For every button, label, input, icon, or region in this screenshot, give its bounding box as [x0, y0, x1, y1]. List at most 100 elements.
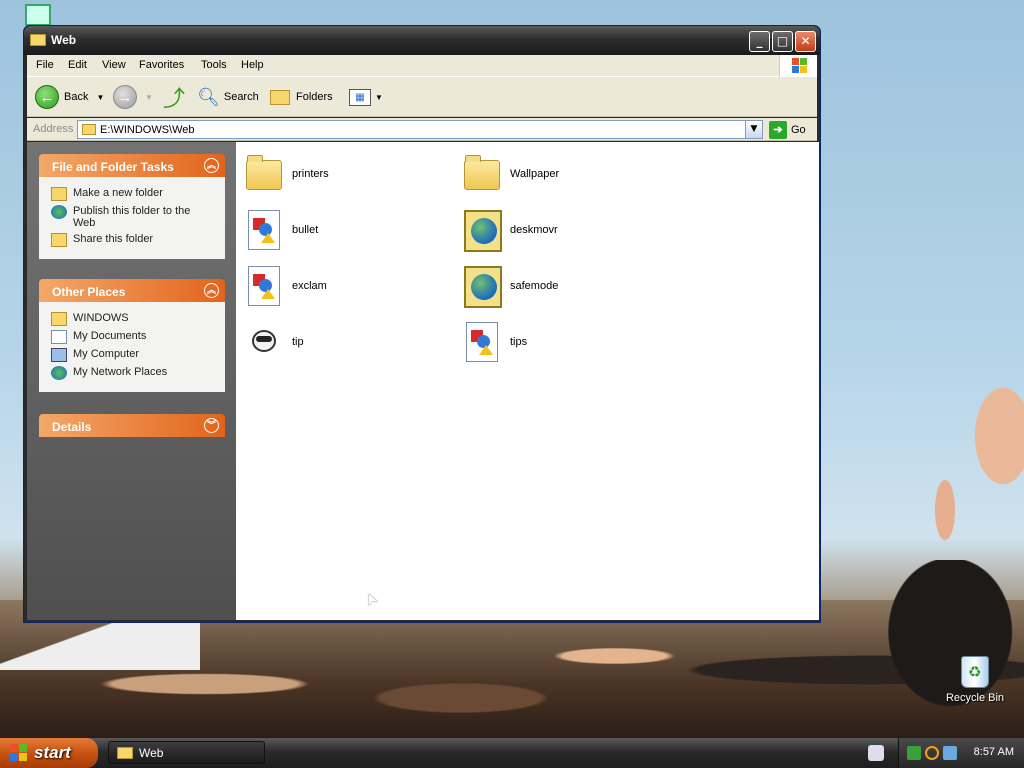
menu-view[interactable]: View	[102, 59, 126, 71]
my-documents-icon	[51, 330, 67, 344]
file-item-wallpaper[interactable]: Wallpaper	[462, 150, 672, 198]
back-button[interactable]: ← Back ▼	[35, 84, 104, 110]
desktop-wallpaper-hand-2	[925, 470, 965, 570]
panel-header[interactable]: File and Folder Tasks ︽	[39, 154, 225, 177]
file-name: tips	[510, 336, 528, 348]
views-button[interactable]: ▦ ▼	[349, 84, 383, 110]
file-name: safemode	[510, 280, 559, 292]
address-label: Address	[33, 123, 74, 135]
place-my-documents[interactable]: My Documents	[51, 330, 215, 344]
desktop-shortcut-icon[interactable]	[25, 4, 51, 26]
windows-flag-icon	[10, 744, 28, 762]
title-bar[interactable]: Web _ □ ✕	[24, 26, 820, 55]
expand-icon[interactable]: ︾	[204, 418, 219, 433]
chevron-down-icon: ▼	[145, 92, 153, 102]
file-item-tips[interactable]: tips	[462, 318, 672, 366]
folders-icon	[270, 89, 290, 105]
file-name: deskmovr	[510, 224, 558, 236]
panel-title: Other Places	[52, 285, 126, 299]
address-bar: Address E:\WINDOWS\Web ▼ ➔ Go	[27, 118, 817, 141]
task-make-new-folder[interactable]: Make a new folder	[51, 187, 215, 201]
image-document-icon	[248, 210, 280, 250]
panel-other-places: Other Places ︽ WINDOWS My Documents My C…	[39, 279, 225, 392]
clock[interactable]: 8:57 AM	[974, 746, 1014, 758]
place-windows[interactable]: WINDOWS	[51, 312, 215, 326]
address-input[interactable]: E:\WINDOWS\Web ▼	[77, 120, 763, 139]
file-item-exclam[interactable]: exclam	[244, 262, 454, 310]
menu-favorites[interactable]: Favorites	[139, 59, 184, 71]
place-label: My Computer	[73, 348, 140, 360]
collapse-icon[interactable]: ︽	[204, 283, 219, 298]
folders-button[interactable]: Folders	[270, 84, 333, 110]
go-label: Go	[791, 123, 806, 136]
close-button[interactable]: ✕	[795, 31, 816, 52]
task-publish-folder[interactable]: Publish this folder to the Web	[51, 205, 215, 229]
recycle-bin-label: Recycle Bin	[945, 692, 1005, 704]
publish-web-icon	[51, 205, 67, 219]
folders-label: Folders	[296, 91, 333, 103]
menu-edit[interactable]: Edit	[68, 59, 87, 71]
windows-logo-icon	[779, 55, 817, 77]
desktop-wallpaper-head	[860, 560, 1024, 740]
file-item-safemode[interactable]: safemode	[462, 262, 672, 310]
panel-title: File and Folder Tasks	[52, 160, 174, 174]
folder-icon	[30, 34, 46, 46]
recycle-bin[interactable]: Recycle Bin	[940, 656, 1010, 704]
file-name: exclam	[292, 280, 327, 292]
tray-display-icon[interactable]	[943, 746, 957, 760]
search-icon: 🔍︎	[197, 86, 220, 107]
file-item-tip[interactable]: tip	[244, 318, 454, 366]
taskbar-button-label: Web	[139, 745, 164, 760]
panel-header[interactable]: Details ︾	[39, 414, 225, 437]
menu-tools[interactable]: Tools	[201, 59, 227, 71]
file-name: bullet	[292, 224, 319, 236]
address-dropdown-button[interactable]: ▼	[745, 121, 762, 138]
back-label: Back	[64, 91, 89, 103]
tray-search-icon[interactable]	[925, 746, 939, 760]
menu-bar: File Edit View Favorites Tools Help	[27, 55, 817, 77]
web-document-icon	[464, 266, 502, 308]
file-item-deskmovr[interactable]: deskmovr	[462, 206, 672, 254]
raccoon-icon	[244, 324, 284, 362]
menu-help[interactable]: Help	[241, 59, 264, 71]
collapse-icon[interactable]: ︽	[204, 158, 219, 173]
panel-details: Details ︾	[39, 414, 225, 437]
go-button[interactable]: ➔ Go	[769, 120, 806, 139]
folder-icon	[246, 155, 282, 190]
tray-safety-icon[interactable]	[907, 746, 921, 760]
window-title: Web	[51, 33, 77, 47]
go-arrow-icon: ➔	[769, 120, 787, 139]
back-arrow-icon: ←	[35, 85, 59, 109]
place-label: WINDOWS	[73, 312, 129, 324]
search-label: Search	[223, 91, 259, 103]
up-button[interactable]: ⤴	[163, 84, 186, 111]
chevron-down-icon: ▼	[375, 92, 383, 102]
recycle-bin-icon	[961, 656, 989, 688]
system-tray: 8:57 AM	[898, 738, 1024, 768]
maximize-button[interactable]: □	[772, 31, 793, 52]
place-label: My Documents	[73, 330, 147, 342]
file-name: tip	[292, 336, 304, 348]
views-icon: ▦	[349, 88, 371, 106]
menu-file[interactable]: File	[36, 59, 54, 71]
folder-icon	[51, 312, 67, 326]
search-button[interactable]: 🔍︎ Search	[197, 84, 259, 110]
task-share-folder[interactable]: Share this folder	[51, 233, 215, 247]
start-button[interactable]: start	[0, 738, 98, 768]
network-places-icon	[51, 366, 67, 380]
file-item-printers[interactable]: printers	[244, 150, 454, 198]
place-my-computer[interactable]: My Computer	[51, 348, 215, 362]
panel-header[interactable]: Other Places ︽	[39, 279, 225, 302]
taskbar-button-web[interactable]: Web	[108, 741, 265, 764]
tray-network-icon[interactable]	[868, 745, 884, 761]
up-folder-icon: ⤴	[163, 86, 186, 111]
forward-button[interactable]: → ▼	[113, 84, 153, 110]
web-document-icon	[464, 210, 502, 252]
place-my-network[interactable]: My Network Places	[51, 366, 215, 380]
folder-icon	[82, 124, 96, 135]
file-item-bullet[interactable]: bullet	[244, 206, 454, 254]
minimize-button[interactable]: _	[749, 31, 770, 52]
chevron-down-icon[interactable]: ▼	[96, 93, 104, 102]
share-folder-icon	[51, 233, 67, 247]
my-computer-icon	[51, 348, 67, 362]
